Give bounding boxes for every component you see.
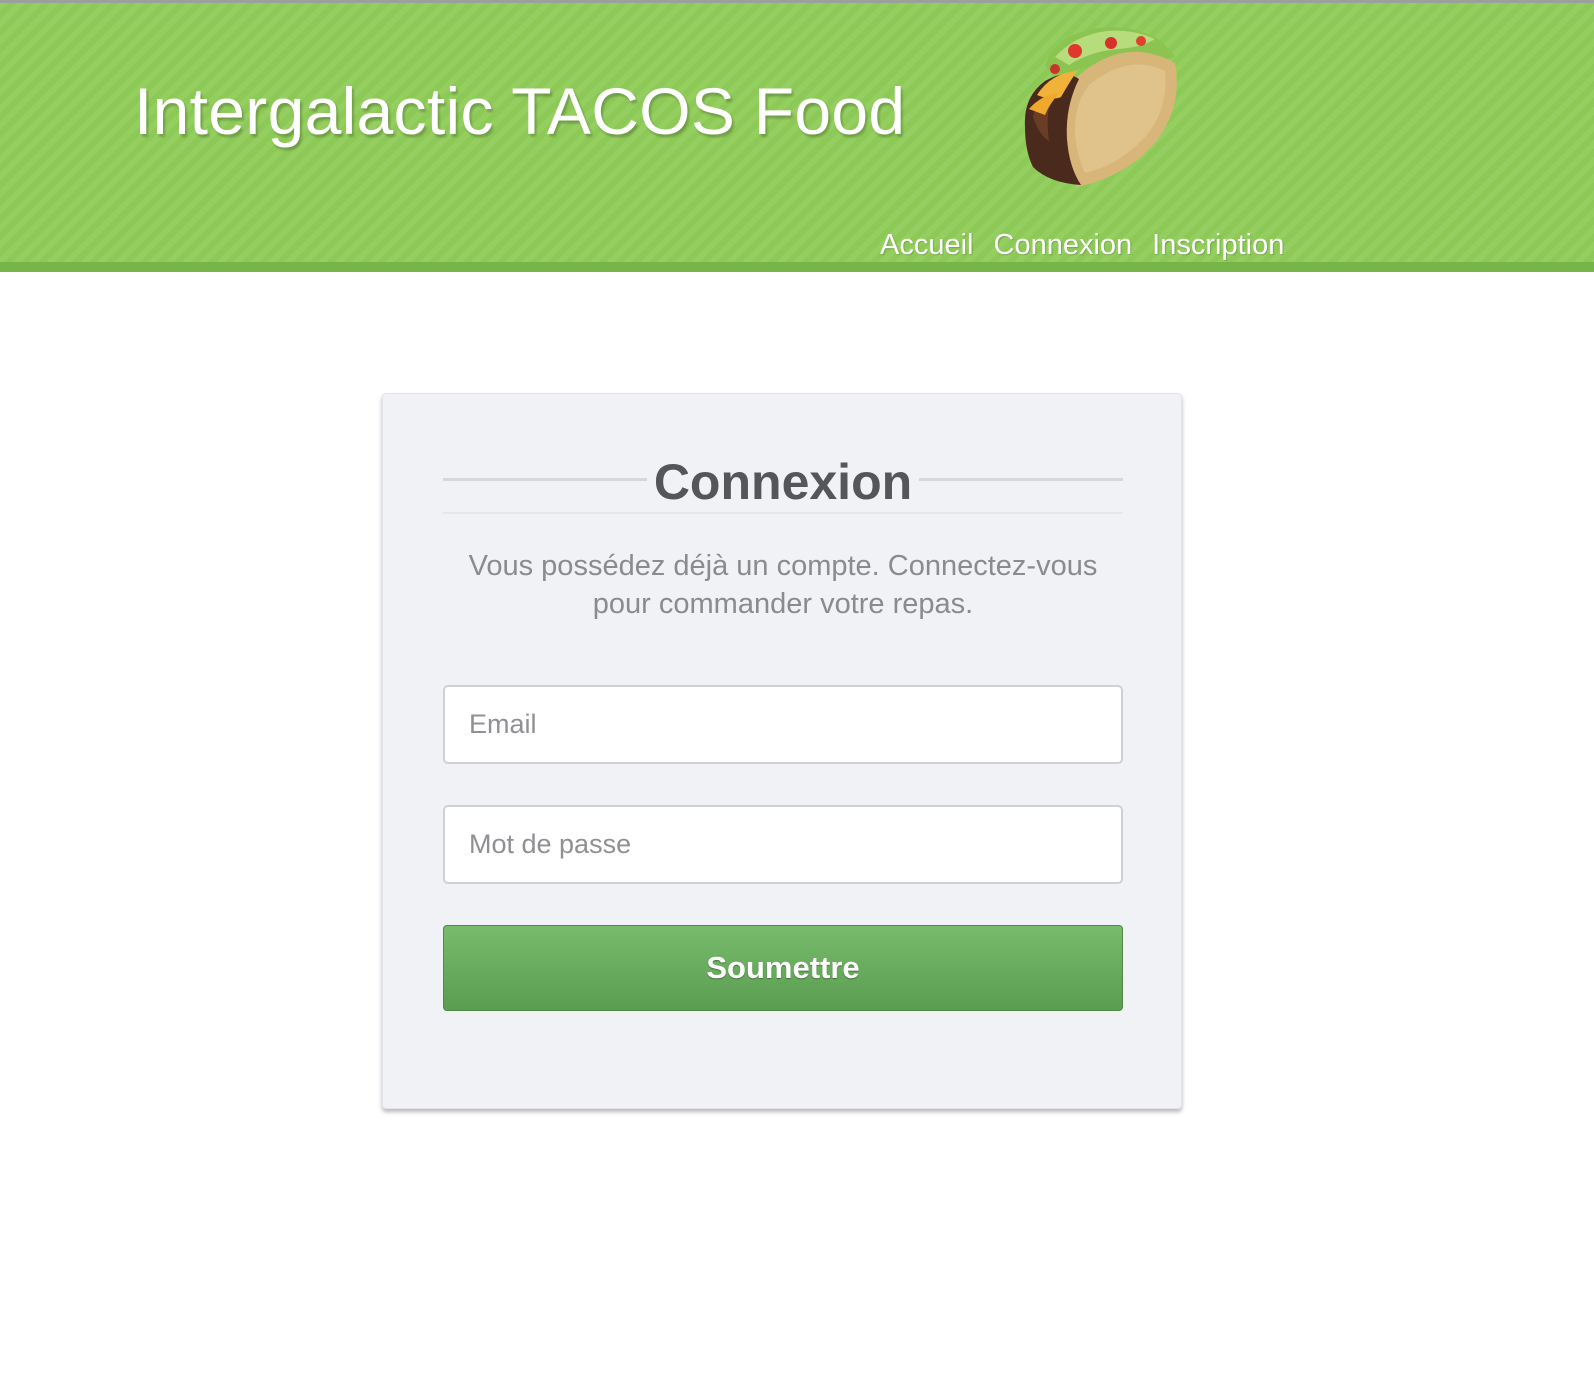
login-heading-block: Connexion: [443, 452, 1123, 514]
site-title: Intergalactic TACOS Food: [134, 74, 906, 148]
main-nav: Accueil Connexion Inscription: [880, 229, 1284, 262]
login-subtitle: Vous possédez déjà un compte. Connectez-…: [468, 550, 1098, 620]
nav-link-accueil[interactable]: Accueil: [880, 229, 974, 262]
nav-link-inscription[interactable]: Inscription: [1152, 229, 1284, 262]
email-field[interactable]: [443, 685, 1123, 764]
password-field[interactable]: [443, 805, 1123, 884]
submit-button[interactable]: Soumettre: [443, 925, 1123, 1011]
header-divider: [0, 262, 1594, 272]
site-header: Intergalactic TACOS Food Accueil Connexi…: [0, 0, 1594, 262]
login-card: Connexion Vous possédez déjà un compte. …: [382, 393, 1182, 1109]
login-heading: Connexion: [653, 454, 913, 510]
taco-icon: [1024, 27, 1177, 187]
nav-link-connexion[interactable]: Connexion: [994, 229, 1133, 262]
